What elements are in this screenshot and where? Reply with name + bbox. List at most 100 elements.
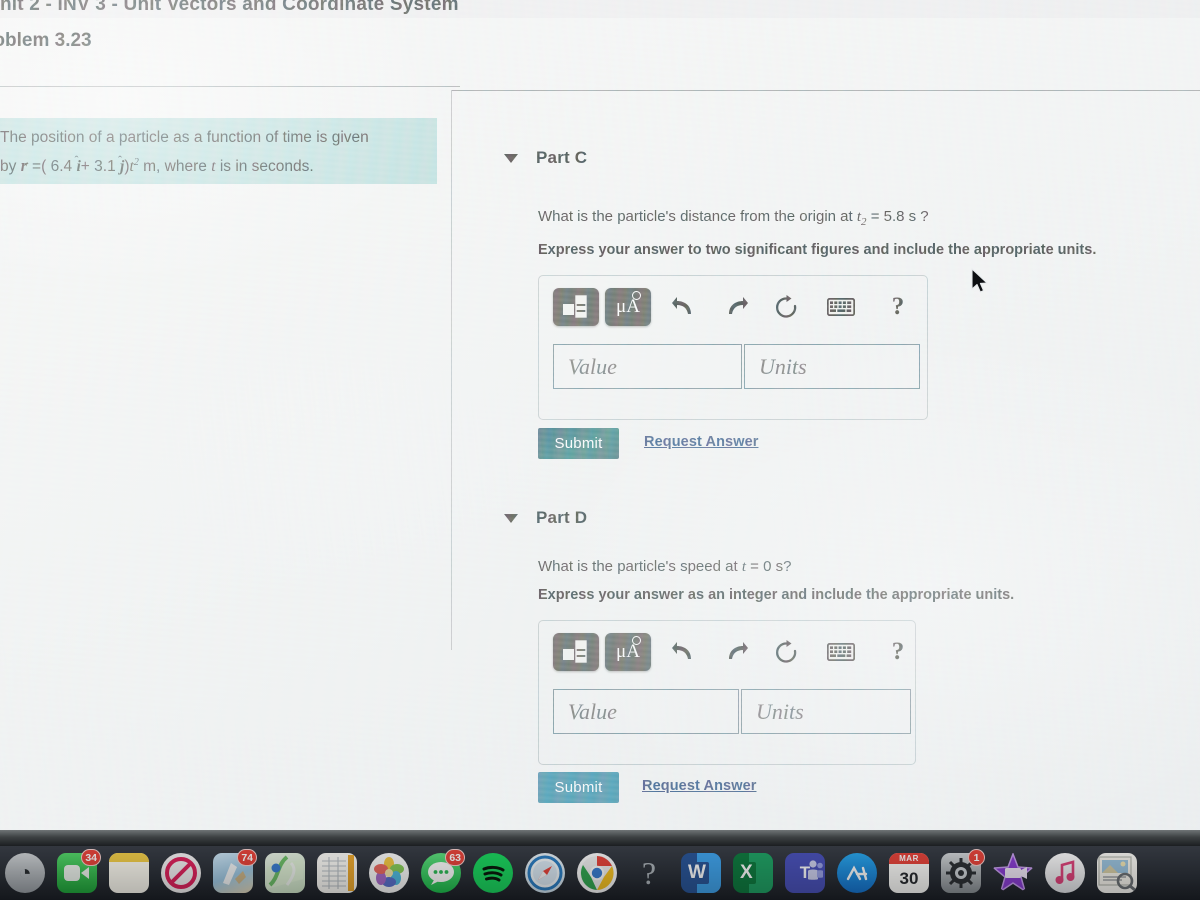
part-c-question: What is the particle's distance from the… [538,208,929,228]
do-not-disturb-icon [161,853,201,893]
statement-units: m, where [143,158,207,176]
statement-coef-i: 6.4 [50,158,73,176]
dock-item-photos[interactable] [366,851,412,895]
chevron-down-icon[interactable] [504,513,518,523]
photos-icon [369,853,409,893]
dock-item-system-preferences[interactable]: 1 [938,849,985,895]
part-d-question-var: t [741,559,746,575]
i-hat-symbol: ̂i [76,158,81,176]
reset-icon[interactable] [769,292,803,322]
dock-item-maps[interactable] [262,851,308,895]
dock-item-excel[interactable]: X [730,851,776,895]
units-button[interactable]: μA [605,288,651,326]
statement-tail: is in seconds. [219,158,314,176]
dock-item-spotify[interactable] [470,851,516,895]
system-preferences-badge: 1 [968,849,985,866]
statement-t-var: t [211,158,216,176]
part-d-toolbar: μA ? [553,633,924,671]
part-d-value-input[interactable]: Value [553,689,739,734]
problem-statement: The position of a particle as a function… [0,118,437,184]
statement-line-1: The position of a particle as a function… [0,129,369,146]
chrome-icon [577,853,617,893]
help-icon[interactable]: ? [881,292,915,322]
notes-icon [109,853,149,893]
imovie-icon [993,853,1033,893]
itunes-icon [1045,853,1085,893]
chevron-down-icon[interactable] [504,153,518,163]
word-icon: W [681,853,721,893]
dock-item-teams[interactable]: T [782,851,828,895]
statement-plus: + [80,158,90,176]
messages-badge: 63 [445,849,465,866]
help-icon[interactable]: ? [881,637,915,667]
calendar-day: 30 [899,868,919,888]
excel-icon: X [733,853,773,893]
divider-top-left [0,86,460,87]
facetime-badge: 34 [81,849,101,866]
app-store-icon [837,853,877,893]
angstrom-ring-icon [632,291,641,300]
dock-item-app-store[interactable] [834,851,880,895]
keyboard-icon[interactable] [824,637,858,667]
template-matrix-button[interactable] [553,633,599,671]
preview-icon [1097,853,1137,893]
question-mark-icon: ? [641,854,657,891]
page-masthead: nit 2 - INV 3 - Unit Vectors and Coordin… [0,0,1200,18]
dock-item-calendar[interactable]: MAR 30 [886,851,932,895]
news-badge: 74 [237,849,257,866]
part-c-instruction: Express your answer to two significant f… [538,242,1097,258]
undo-icon[interactable] [667,292,701,322]
calendar-month: MAR [889,853,929,864]
part-c-header[interactable]: Part C [504,148,587,168]
dock-item-imovie[interactable] [990,851,1036,895]
dock-item-finder[interactable]: ◔ [2,851,48,895]
parts-column: Part C What is the particle's distance f… [452,90,1200,835]
part-d-title: Part D [536,508,588,527]
part-d-header[interactable]: Part D [504,508,587,528]
part-d-submit-button[interactable]: Submit [538,772,619,803]
reset-icon[interactable] [769,637,803,667]
dock-item-do-not-disturb[interactable] [158,851,204,895]
dock-item-facetime[interactable]: 34 [54,849,101,895]
part-c-submit-button[interactable]: Submit [538,428,619,459]
keyboard-icon[interactable] [824,292,858,322]
dock-item-notes[interactable] [106,851,152,895]
dock-item-preview[interactable] [1094,851,1140,895]
part-c-toolbar: μA ? [553,288,924,326]
part-d-units-input[interactable]: Units [741,689,911,734]
statement-equals: =( [32,158,47,176]
redo-icon[interactable] [718,292,752,322]
part-c-request-answer-link[interactable]: Request Answer [644,434,758,450]
dock-item-chrome[interactable] [574,851,620,895]
redo-icon[interactable] [718,637,752,667]
part-d-answer-box: μA ? Value Units [538,620,916,765]
macos-dock: ◔ 34 74 63 ? W X T MAR 30 1 [0,846,1200,900]
laptop-screen: nit 2 - INV 3 - Unit Vectors and Coordin… [0,0,1200,838]
part-c-answer-box: μA ? Value Units [538,275,928,420]
dock-item-messages[interactable]: 63 [418,849,465,895]
template-matrix-button[interactable] [553,288,599,326]
angstrom-ring-icon [632,636,641,645]
teams-icon: T [785,853,825,893]
part-c-title: Part C [536,148,588,167]
part-c-question-sub: 2 [861,216,867,228]
dock-item-numbers[interactable] [314,851,360,895]
position-vector-symbol: → r [19,156,31,176]
calendar-icon: MAR 30 [889,853,929,893]
statement-line-2: by →r =( 6.4 ̂i+ 3.1 ̂j)t2 m, where t is… [0,151,431,178]
part-c-units-input[interactable]: Units [744,344,920,389]
dock-item-itunes[interactable] [1042,851,1088,895]
dock-item-safari[interactable] [522,851,568,895]
maps-icon [265,853,305,893]
part-d-request-answer-link[interactable]: Request Answer [642,778,756,794]
spotify-icon [473,853,513,893]
statement-t-exponent: 2 [133,157,139,168]
units-button[interactable]: μA [605,633,651,671]
dock-item-unknown-app[interactable]: ? [626,851,672,895]
statement-by: by [0,158,17,176]
undo-icon[interactable] [667,637,701,667]
finder-icon: ◔ [5,853,45,893]
dock-item-news[interactable]: 74 [210,849,257,895]
part-c-value-input[interactable]: Value [553,344,742,389]
dock-item-word[interactable]: W [678,851,724,895]
